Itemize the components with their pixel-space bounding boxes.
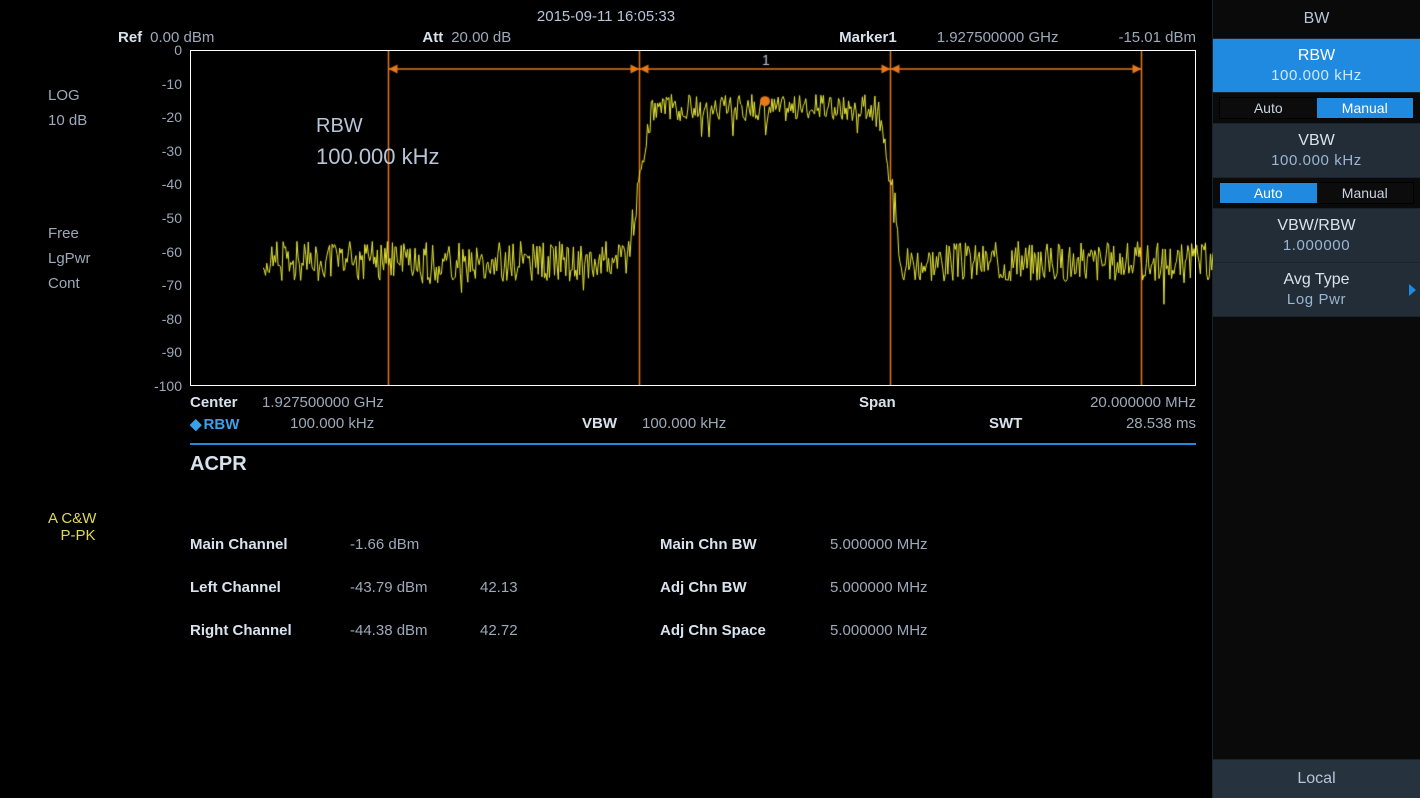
vbw-label: VBW: [582, 415, 642, 433]
adj-chn-bw-label: Adj Chn BW: [660, 579, 830, 596]
adj-chn-bw-value: 5.000000 MHz: [830, 579, 928, 596]
swt-label: SWT: [989, 415, 1049, 433]
rbw-label: ◆RBW: [190, 415, 262, 433]
main-channel-label: Main Channel: [190, 536, 350, 553]
acpr-table: Main Channel -1.66 dBm Main Chn BW 5.000…: [118, 536, 1196, 665]
left-channel-label: Left Channel: [190, 579, 350, 596]
left-status: LOG 10 dB Free LgPwr Cont A C&W P-PK: [0, 29, 118, 798]
side-rbw-mode[interactable]: Auto Manual: [1213, 93, 1420, 124]
rbw-auto[interactable]: Auto: [1220, 98, 1317, 118]
right-channel-label: Right Channel: [190, 622, 350, 639]
span-value: 20.000000 MHz: [919, 394, 1196, 411]
side-menu: BW RBW 100.000 kHz Auto Manual VBW 100.0…: [1212, 0, 1420, 798]
att-value: 20.00 dB: [451, 29, 511, 46]
scale-per-div: 10 dB: [48, 112, 118, 129]
vbw-auto[interactable]: Auto: [1220, 183, 1317, 203]
side-title: BW: [1213, 0, 1420, 39]
main-chn-bw-value: 5.000000 MHz: [830, 536, 928, 553]
adj-chn-space-value: 5.000000 MHz: [830, 622, 928, 639]
main-channel-value: -1.66 dBm: [350, 536, 480, 553]
side-avg-type[interactable]: Avg Type Log Pwr: [1213, 263, 1420, 317]
overlay-rbw: RBW 100.000 kHz: [316, 115, 440, 170]
main-chn-bw-label: Main Chn BW: [660, 536, 830, 553]
marker1-power: -15.01 dBm: [1118, 29, 1196, 46]
side-ratio[interactable]: VBW/RBW 1.000000: [1213, 209, 1420, 263]
left-channel-rel: 42.13: [480, 579, 660, 596]
sweep-mode: Cont: [48, 275, 118, 292]
ref-value: 0.00 dBm: [150, 29, 214, 46]
side-rbw[interactable]: RBW 100.000 kHz: [1213, 39, 1420, 93]
rbw-manual[interactable]: Manual: [1317, 98, 1414, 118]
chevron-right-icon: [1409, 284, 1416, 296]
right-channel-value: -44.38 dBm: [350, 622, 480, 639]
vbw-value: 100.000 kHz: [642, 415, 842, 433]
right-channel-rel: 42.72: [480, 622, 660, 639]
detector-mode: LgPwr: [48, 250, 118, 267]
swt-value: 28.538 ms: [1049, 415, 1196, 433]
local-button[interactable]: Local: [1213, 759, 1420, 798]
top-readout-row: Ref 0.00 dBm Att 20.00 dB Marker1 1.9275…: [118, 29, 1196, 50]
trigger-mode: Free: [48, 225, 118, 242]
spectrum-graph[interactable]: 0-10-20-30-40-50-60-70-80-90-100 RBW 100…: [118, 50, 1196, 386]
timestamp: 2015-09-11 16:05:33: [0, 0, 1212, 29]
divider: [190, 443, 1196, 445]
center-value: 1.927500000 GHz: [262, 394, 582, 411]
ref-label: Ref: [118, 29, 142, 46]
adj-chn-space-label: Adj Chn Space: [660, 622, 830, 639]
scale-mode: LOG: [48, 87, 118, 104]
acpr-title: ACPR: [118, 453, 1196, 476]
vbw-manual[interactable]: Manual: [1317, 183, 1414, 203]
att-label: Att: [422, 29, 443, 46]
center-label: Center: [190, 394, 262, 411]
trace-info: A C&W P-PK: [48, 510, 118, 544]
side-vbw-mode[interactable]: Auto Manual: [1213, 178, 1420, 209]
left-channel-value: -43.79 dBm: [350, 579, 480, 596]
marker1-freq: 1.927500000 GHz: [937, 29, 1059, 46]
span-label: Span: [859, 394, 919, 411]
marker1-label: Marker1: [839, 29, 897, 46]
side-vbw[interactable]: VBW 100.000 kHz: [1213, 124, 1420, 178]
rbw-value: 100.000 kHz: [262, 415, 582, 433]
